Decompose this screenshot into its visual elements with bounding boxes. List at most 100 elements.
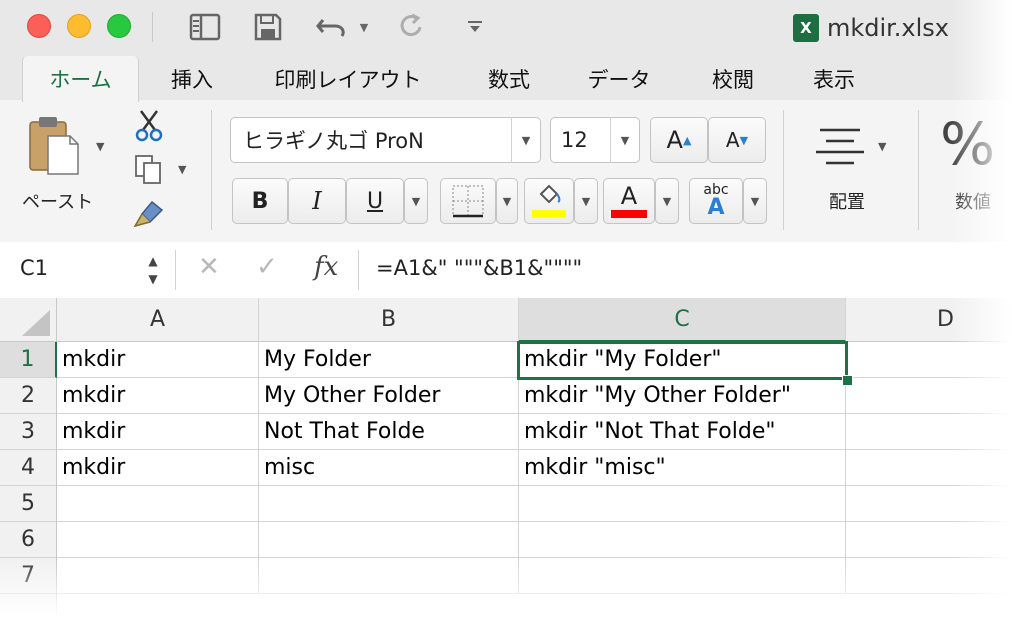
font-size-value: 12 xyxy=(561,128,588,152)
cancel-edit-icon[interactable]: ✕ xyxy=(198,252,220,282)
sidebar-toggle-icon[interactable] xyxy=(186,10,224,44)
undo-icon[interactable] xyxy=(312,10,352,44)
fill-color-button[interactable] xyxy=(524,178,574,224)
percent-icon[interactable]: % xyxy=(940,110,995,178)
row-header-3[interactable]: 3 xyxy=(0,414,57,450)
copy-dropdown-icon[interactable]: ▼ xyxy=(178,163,186,176)
row-header-4[interactable]: 4 xyxy=(0,450,57,486)
cell-a1[interactable]: mkdir xyxy=(57,342,259,378)
paste-dropdown-icon[interactable]: ▼ xyxy=(96,140,104,153)
underline-button[interactable]: U xyxy=(346,178,404,224)
insert-function-icon[interactable]: fx xyxy=(314,252,338,282)
phonetic-big-text: A xyxy=(707,195,725,220)
chevron-down-icon[interactable]: ▼ xyxy=(511,117,540,163)
cell-c4[interactable]: mkdir "misc" xyxy=(519,450,846,486)
name-box[interactable]: C1 xyxy=(20,256,48,280)
paste-button[interactable] xyxy=(24,112,90,178)
borders-dropdown[interactable]: ▼ xyxy=(496,178,518,224)
align-center-icon[interactable] xyxy=(812,124,868,168)
cell-b2[interactable]: My Other Folder xyxy=(259,378,519,414)
save-icon[interactable] xyxy=(250,10,286,44)
cell-a2[interactable]: mkdir xyxy=(57,378,259,414)
row-header-6[interactable]: 6 xyxy=(0,522,57,558)
underline-dropdown[interactable]: ▼ xyxy=(404,178,428,224)
bold-button[interactable]: B xyxy=(232,178,288,224)
cell-a7[interactable] xyxy=(57,558,259,594)
cell-a6[interactable] xyxy=(57,522,259,558)
cell-a5[interactable] xyxy=(57,486,259,522)
shrink-font-glyph: A xyxy=(725,128,740,152)
confirm-edit-icon[interactable]: ✓ xyxy=(256,252,278,282)
triangle-down-icon: ▼ xyxy=(148,272,158,286)
minimize-window-button[interactable] xyxy=(67,14,91,38)
clipboard-icon xyxy=(29,117,79,175)
tab-formulas[interactable]: 数式 xyxy=(466,62,552,96)
name-box-stepper[interactable]: ▲ ▼ xyxy=(146,252,160,288)
chevron-down-icon: ▼ xyxy=(411,194,421,208)
cell-b1[interactable]: My Folder xyxy=(259,342,519,378)
tab-data[interactable]: データ xyxy=(570,62,668,96)
italic-button[interactable]: I xyxy=(288,178,346,224)
cell-a4[interactable]: mkdir xyxy=(57,450,259,486)
customize-toolbar-icon[interactable] xyxy=(462,10,488,44)
increase-font-size-button[interactable]: A ▲ xyxy=(650,117,708,163)
number-label: 数値 xyxy=(955,192,991,213)
cell-d5[interactable] xyxy=(846,486,1011,522)
zoom-window-button[interactable] xyxy=(107,14,131,38)
cell-c5[interactable] xyxy=(519,486,846,522)
row-header-7[interactable]: 7 xyxy=(0,558,57,594)
column-header-c[interactable]: C xyxy=(519,298,846,342)
phonetic-dropdown[interactable]: ▼ xyxy=(743,178,767,224)
formula-bar-divider xyxy=(358,250,359,290)
row-header-8[interactable] xyxy=(0,594,57,617)
triangle-down-icon: ▼ xyxy=(739,133,749,147)
phonetic-guide-button[interactable]: abc A xyxy=(689,178,743,224)
chevron-down-icon: ▼ xyxy=(502,194,512,208)
select-all-button[interactable] xyxy=(0,298,57,342)
cell-d4[interactable] xyxy=(846,450,1011,486)
redo-icon xyxy=(396,10,428,44)
row-header-1[interactable]: 1 xyxy=(0,342,57,378)
fill-color-dropdown[interactable]: ▼ xyxy=(574,178,598,224)
format-painter-icon[interactable] xyxy=(132,198,166,230)
font-name-select[interactable]: ヒラギノ丸ゴ ProN ▼ xyxy=(230,117,541,163)
column-header-b[interactable]: B xyxy=(259,298,519,342)
cell-b4[interactable]: misc xyxy=(259,450,519,486)
tab-review[interactable]: 校閲 xyxy=(690,62,776,96)
borders-button[interactable] xyxy=(440,178,496,224)
scissors-icon[interactable] xyxy=(134,108,164,142)
row-header-5[interactable]: 5 xyxy=(0,486,57,522)
cell-a3[interactable]: mkdir xyxy=(57,414,259,450)
fill-handle[interactable] xyxy=(842,375,853,386)
cell-b5[interactable] xyxy=(259,486,519,522)
cell-d3[interactable] xyxy=(846,414,1011,450)
cell-b6[interactable] xyxy=(259,522,519,558)
cell-c7[interactable] xyxy=(519,558,846,594)
chevron-down-icon[interactable]: ▼ xyxy=(610,117,639,163)
row-header-2[interactable]: 2 xyxy=(0,378,57,414)
cell-c2[interactable]: mkdir "My Other Folder" xyxy=(519,378,846,414)
font-color-dropdown[interactable]: ▼ xyxy=(655,178,679,224)
copy-icon[interactable] xyxy=(134,154,164,186)
column-header-a[interactable]: A xyxy=(57,298,259,342)
tab-view[interactable]: 表示 xyxy=(796,62,872,96)
cell-c6[interactable] xyxy=(519,522,846,558)
column-header-d[interactable]: D xyxy=(846,298,1011,342)
cell-d7[interactable] xyxy=(846,558,1011,594)
tab-insert[interactable]: 挿入 xyxy=(150,62,234,96)
tab-home[interactable]: ホーム xyxy=(22,56,139,102)
cell-b7[interactable] xyxy=(259,558,519,594)
font-size-select[interactable]: 12 ▼ xyxy=(550,117,640,163)
font-color-button[interactable]: A xyxy=(603,178,655,224)
cell-d6[interactable] xyxy=(846,522,1011,558)
formula-input[interactable]: =A1&" """&B1&"""" xyxy=(376,256,582,280)
alignment-dropdown-icon[interactable]: ▼ xyxy=(878,140,886,153)
close-window-button[interactable] xyxy=(27,14,51,38)
cell-b3[interactable]: Not That Folde xyxy=(259,414,519,450)
cell-d2[interactable] xyxy=(846,378,1011,414)
undo-dropdown-icon[interactable]: ▼ xyxy=(356,10,372,44)
tab-page-layout[interactable]: 印刷レイアウト xyxy=(250,62,446,96)
decrease-font-size-button[interactable]: A ▼ xyxy=(708,117,766,163)
cell-d1[interactable] xyxy=(846,342,1011,378)
cell-c3[interactable]: mkdir "Not That Folde" xyxy=(519,414,846,450)
